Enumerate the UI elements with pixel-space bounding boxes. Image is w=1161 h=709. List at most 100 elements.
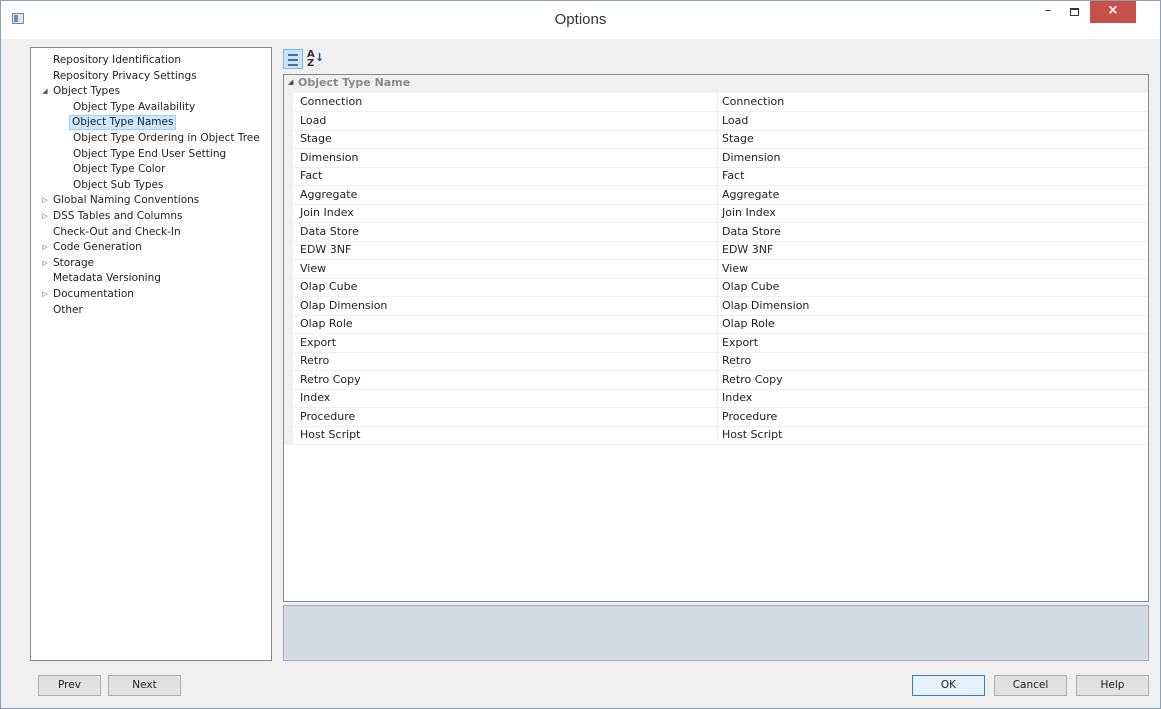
expand-icon[interactable]: ▷ xyxy=(40,287,50,302)
ok-button[interactable]: OK xyxy=(912,675,985,696)
property-value[interactable]: Procedure xyxy=(722,410,777,423)
row-gutter xyxy=(284,389,293,407)
property-row[interactable]: Fact Fact xyxy=(284,167,1148,186)
tree-item[interactable]: Object Type Availability xyxy=(73,100,195,115)
column-divider[interactable] xyxy=(717,241,718,259)
tree-item[interactable]: Documentation xyxy=(53,287,134,302)
property-value[interactable]: EDW 3NF xyxy=(722,243,773,256)
tree-item[interactable]: Object Type Ordering in Object Tree xyxy=(73,131,260,146)
tree-item[interactable]: Storage xyxy=(53,256,94,271)
property-value[interactable]: Olap Cube xyxy=(722,280,779,293)
property-value[interactable]: Export xyxy=(722,336,758,349)
row-gutter xyxy=(284,111,293,130)
tree-item[interactable]: Object Sub Types xyxy=(73,178,163,193)
column-divider[interactable] xyxy=(717,222,718,241)
column-divider[interactable] xyxy=(717,352,718,370)
property-value[interactable]: Dimension xyxy=(722,151,780,164)
property-value[interactable]: View xyxy=(722,262,748,275)
collapse-icon[interactable]: ◢ xyxy=(40,84,50,99)
column-divider[interactable] xyxy=(717,93,718,111)
property-value[interactable]: Retro xyxy=(722,354,751,367)
next-button[interactable]: Next xyxy=(108,675,181,696)
column-divider[interactable] xyxy=(717,259,718,278)
property-value[interactable]: Olap Role xyxy=(722,317,775,330)
column-divider[interactable] xyxy=(717,111,718,130)
tree-item[interactable]: Repository Identification xyxy=(53,53,181,68)
tree-item[interactable]: Repository Privacy Settings xyxy=(53,69,197,84)
column-divider[interactable] xyxy=(717,296,718,315)
tree-item[interactable]: Metadata Versioning xyxy=(53,271,161,286)
expand-icon[interactable]: ▷ xyxy=(40,240,50,255)
column-divider[interactable] xyxy=(717,333,718,352)
help-button[interactable]: Help xyxy=(1076,675,1149,696)
tree-item[interactable]: Object Type Names xyxy=(69,115,177,131)
property-value[interactable]: Join Index xyxy=(722,206,776,219)
column-divider[interactable] xyxy=(717,278,718,296)
tree-item[interactable]: Object Type End User Setting xyxy=(73,147,226,162)
property-row[interactable]: Connection Connection xyxy=(284,93,1148,112)
minimize-button[interactable]: – xyxy=(1035,1,1061,23)
property-row[interactable]: Data Store Data Store xyxy=(284,222,1148,242)
expand-icon[interactable]: ▷ xyxy=(40,193,50,208)
tree-item[interactable]: Object Types xyxy=(53,84,120,99)
property-row[interactable]: Join Index Join Index xyxy=(284,204,1148,223)
property-row[interactable]: View View xyxy=(284,259,1148,279)
property-value[interactable]: Load xyxy=(722,114,748,127)
cancel-button[interactable]: Cancel xyxy=(994,675,1067,696)
property-value[interactable]: Olap Dimension xyxy=(722,299,809,312)
property-row[interactable]: Index Index xyxy=(284,389,1148,408)
property-category-row[interactable]: ◢ Object Type Name xyxy=(284,75,1148,93)
collapse-icon[interactable]: ◢ xyxy=(288,78,293,86)
column-divider[interactable] xyxy=(717,204,718,222)
property-value[interactable]: Data Store xyxy=(722,225,781,238)
title-bar[interactable]: Options – × xyxy=(1,1,1160,39)
maximize-button[interactable] xyxy=(1061,1,1087,23)
column-divider[interactable] xyxy=(717,407,718,426)
options-tree[interactable]: Repository Identification Repository Priv… xyxy=(30,47,272,661)
tree-item[interactable]: Other xyxy=(53,303,83,318)
property-row[interactable]: Olap Cube Olap Cube xyxy=(284,278,1148,297)
property-row[interactable]: Olap Role Olap Role xyxy=(284,315,1148,334)
column-divider[interactable] xyxy=(717,167,718,185)
prev-button[interactable]: Prev xyxy=(38,675,101,696)
property-value[interactable]: Fact xyxy=(722,169,744,182)
property-row[interactable]: Export Export xyxy=(284,333,1148,353)
property-grid[interactable]: ◢ Object Type Name Connection Connection L… xyxy=(283,74,1149,602)
tree-item[interactable]: DSS Tables and Columns xyxy=(53,209,183,224)
property-row[interactable]: Dimension Dimension xyxy=(284,148,1148,168)
tree-item[interactable]: Check-Out and Check-In xyxy=(53,225,181,240)
property-row[interactable]: Procedure Procedure xyxy=(284,407,1148,427)
property-row[interactable]: Retro Copy Retro Copy xyxy=(284,370,1148,390)
property-row[interactable]: EDW 3NF EDW 3NF xyxy=(284,241,1148,260)
property-row[interactable]: Host Script Host Script xyxy=(284,426,1148,445)
column-divider[interactable] xyxy=(717,185,718,204)
row-gutter xyxy=(284,185,293,204)
column-divider[interactable] xyxy=(717,370,718,389)
expand-icon[interactable]: ▷ xyxy=(40,209,50,224)
property-row[interactable]: Aggregate Aggregate xyxy=(284,185,1148,205)
property-value[interactable]: Retro Copy xyxy=(722,373,783,386)
property-name: Olap Cube xyxy=(300,280,358,293)
categorized-view-button[interactable] xyxy=(283,49,303,69)
expand-icon[interactable]: ▷ xyxy=(40,256,50,271)
property-row[interactable]: Olap Dimension Olap Dimension xyxy=(284,296,1148,316)
property-value[interactable]: Host Script xyxy=(722,428,782,441)
tree-item[interactable]: Code Generation xyxy=(53,240,142,255)
sort-alphabetical-button[interactable]: A Z ↓ xyxy=(304,49,324,69)
property-value[interactable]: Aggregate xyxy=(722,188,779,201)
close-button[interactable]: × xyxy=(1090,1,1136,23)
property-row[interactable]: Stage Stage xyxy=(284,130,1148,149)
property-value[interactable]: Connection xyxy=(722,95,784,108)
property-value[interactable]: Stage xyxy=(722,132,754,145)
column-divider[interactable] xyxy=(717,426,718,444)
tree-item[interactable]: Global Naming Conventions xyxy=(53,193,199,208)
column-divider[interactable] xyxy=(717,130,718,148)
column-divider[interactable] xyxy=(717,389,718,407)
property-name: Aggregate xyxy=(300,187,358,201)
column-divider[interactable] xyxy=(717,315,718,333)
column-divider[interactable] xyxy=(717,148,718,167)
property-row[interactable]: Retro Retro xyxy=(284,352,1148,371)
tree-item[interactable]: Object Type Color xyxy=(73,162,165,177)
property-row[interactable]: Load Load xyxy=(284,111,1148,131)
property-value[interactable]: Index xyxy=(722,391,752,404)
